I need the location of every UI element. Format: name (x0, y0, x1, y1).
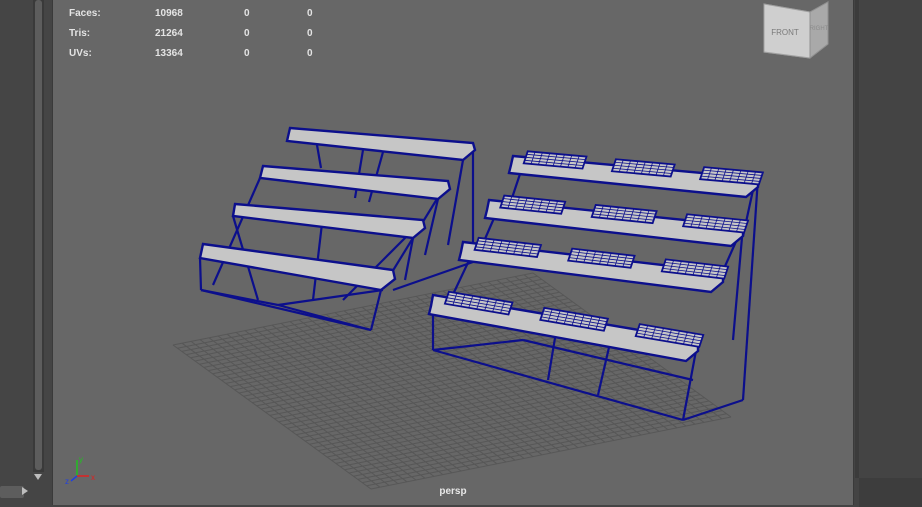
scroll-down-arrow-icon[interactable] (34, 474, 42, 480)
hud-row-tris: Tris: 21264 0 0 (69, 26, 329, 46)
hud-label: Tris: (69, 28, 91, 39)
hud-value: 0 (244, 48, 250, 59)
scene-render (172, 126, 765, 490)
perspective-viewport[interactable]: Faces: 10968 0 0 Tris: 21264 0 0 UVs: 13… (52, 0, 854, 505)
hud-row-uvs: UVs: 13364 0 0 (69, 46, 329, 66)
hud-label: Faces: (69, 8, 101, 19)
hud-value: 0 (244, 28, 250, 39)
hud-value: 0 (244, 8, 250, 19)
view-cube-front-label: FRONT (771, 28, 799, 37)
hud-row-faces: Faces: 10968 0 0 (69, 6, 329, 26)
axis-y-label: y (79, 455, 83, 464)
hud-label: UVs: (69, 48, 92, 59)
view-cube-icon[interactable]: FRONT RIGHT (758, 0, 833, 62)
right-panel (855, 0, 922, 507)
scroll-right-arrow-icon[interactable] (22, 487, 28, 495)
axis-gizmo-icon: y x z (65, 455, 95, 486)
right-panel-edge (855, 0, 859, 478)
view-cube-right-label: RIGHT (810, 26, 829, 32)
scrollbar-thumb[interactable] (35, 0, 42, 470)
poly-count-hud: Faces: 10968 0 0 Tris: 21264 0 0 UVs: 13… (69, 6, 329, 66)
bleacher-cushioned-model[interactable] (427, 150, 765, 422)
camera-label: persp (439, 486, 467, 497)
hud-value: 21264 (155, 28, 183, 39)
left-panel (0, 0, 50, 507)
vertical-scrollbar[interactable] (33, 0, 44, 472)
hud-value: 0 (307, 48, 313, 59)
hud-value: 0 (307, 8, 313, 19)
right-panel-lower (859, 478, 922, 507)
hud-value: 13364 (155, 48, 183, 59)
axis-z-label: z (65, 477, 69, 486)
horizontal-scrollbar-thumb[interactable] (0, 486, 24, 498)
hud-value: 0 (307, 28, 313, 39)
axis-x-label: x (91, 473, 95, 482)
hud-value: 10968 (155, 8, 183, 19)
